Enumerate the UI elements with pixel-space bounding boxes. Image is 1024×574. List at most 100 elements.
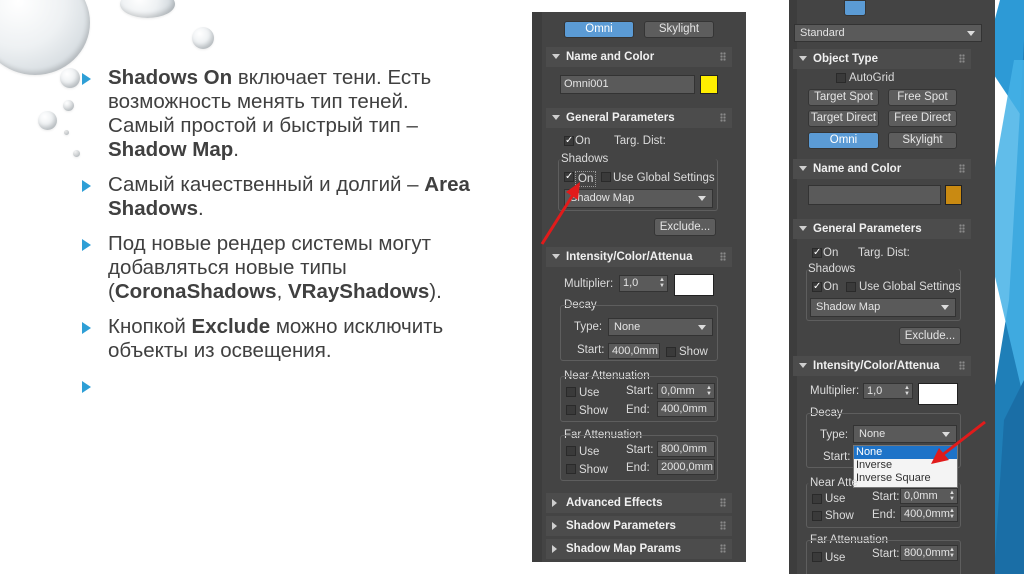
exclude-button[interactable]: Exclude... (654, 218, 716, 236)
red-pointer-arrow (931, 420, 986, 464)
water-drop-decoration (60, 68, 80, 88)
light-on-checkbox[interactable]: ✓ (564, 136, 574, 146)
light-on-label: On (575, 135, 591, 147)
free-spot-button[interactable]: Free Spot (888, 89, 957, 106)
color-swatch[interactable] (700, 75, 718, 94)
collapse-triangle-icon (799, 166, 807, 171)
targ-dist-label: Targ. Dist: (858, 247, 910, 259)
chevron-down-icon (698, 196, 706, 201)
far-end-label: End: (626, 462, 650, 474)
far-show-checkbox[interactable] (566, 464, 576, 474)
water-drop-decoration (192, 27, 214, 49)
collapse-triangle-icon (552, 254, 560, 259)
rollout-intensity-color[interactable]: Intensity/Color/Attenua (793, 356, 971, 376)
target-spot-button[interactable]: Target Spot (808, 89, 879, 106)
near-end-spinner[interactable]: 400,0mm (657, 401, 715, 417)
exclude-button[interactable]: Exclude... (899, 327, 961, 345)
near-show-checkbox[interactable] (566, 405, 576, 415)
chevron-down-icon (967, 31, 975, 36)
decay-start-label: Start: (823, 451, 851, 463)
object-name-field[interactable]: Omni001 (560, 75, 695, 94)
bullet-item: Под новые рендер системы могут добавлять… (80, 232, 480, 304)
omni-button[interactable]: Omni (808, 132, 879, 149)
near-end-spinner[interactable]: 400,0mm ▲ ▼ (900, 506, 958, 522)
drag-handle-icon (720, 521, 726, 530)
decay-type-dropdown[interactable]: None (608, 318, 713, 336)
far-start-spinner[interactable]: 800,0mm ▲ ▼ (900, 545, 958, 561)
water-drop-decoration (0, 0, 90, 75)
target-direct-button[interactable]: Target Direct (808, 110, 879, 127)
far-use-checkbox[interactable] (566, 446, 576, 456)
bullet-item: Shadows On включает тени. Есть возможнос… (80, 66, 480, 162)
bullet-bold: Exclude (191, 315, 271, 338)
spinner-arrows-icon: ▲ ▼ (659, 277, 665, 289)
red-pointer-arrow (540, 182, 580, 245)
skylight-button[interactable]: Skylight (644, 21, 714, 38)
light-on-label: On (823, 247, 839, 259)
chevron-down-icon (941, 305, 949, 310)
shadow-type-dropdown[interactable]: Shadow Map (810, 298, 956, 317)
autogrid-checkbox[interactable] (836, 73, 846, 83)
near-use-label: Use (825, 493, 846, 505)
decay-show-label: Show (679, 346, 708, 358)
water-drop-decoration (38, 111, 57, 130)
bullet-bold: Shadows On (108, 66, 233, 89)
drag-handle-icon (720, 498, 726, 507)
bullet-text: . (233, 138, 239, 161)
near-use-label: Use (579, 387, 600, 399)
color-swatch[interactable] (945, 185, 962, 205)
near-show-checkbox[interactable] (812, 511, 822, 521)
use-global-settings-label: Use Global Settings (613, 172, 715, 184)
use-global-settings-checkbox[interactable] (846, 282, 856, 292)
bullet-bold: Shadow Map (108, 138, 234, 161)
use-global-settings-checkbox[interactable] (601, 172, 611, 182)
multiplier-spinner[interactable]: 1,0 ▲ ▼ (619, 275, 668, 292)
rollout-advanced-effects[interactable]: Advanced Effects (546, 493, 732, 513)
decay-show-checkbox[interactable] (666, 347, 676, 357)
rollout-name-color[interactable]: Name and Color (546, 47, 732, 67)
near-use-checkbox[interactable] (812, 494, 822, 504)
rollout-shadow-map-params[interactable]: Shadow Map Params (546, 539, 732, 559)
decay-start-spinner[interactable]: 400,0mm (608, 343, 660, 359)
skylight-button[interactable]: Skylight (888, 132, 957, 149)
far-use-checkbox[interactable] (812, 552, 822, 562)
light-color-swatch[interactable] (918, 383, 958, 405)
near-show-label: Show (579, 405, 608, 417)
near-start-spinner[interactable]: 0,0mm ▲ ▼ (900, 488, 958, 504)
rollout-name-color[interactable]: Name and Color (793, 159, 971, 179)
bullet-text: , (276, 280, 288, 303)
category-dropdown[interactable]: Standard (794, 24, 982, 42)
far-end-spinner[interactable]: 2000,0mm (657, 459, 715, 475)
water-drop-decoration (73, 150, 80, 157)
water-drop-decoration (63, 100, 74, 111)
near-use-checkbox[interactable] (566, 387, 576, 397)
near-start-spinner[interactable]: 0,0mm ▲ ▼ (657, 383, 715, 399)
drag-handle-icon (720, 52, 726, 61)
bullet-text: ). (429, 280, 442, 303)
bullet-item: Самый качественный и долгий – Area Shado… (80, 173, 480, 221)
light-color-swatch[interactable] (674, 274, 714, 296)
far-start-label: Start: (626, 444, 654, 456)
light-on-checkbox[interactable]: ✓ (812, 248, 822, 258)
rollout-general-parameters[interactable]: General Parameters (546, 108, 732, 128)
free-direct-button[interactable]: Free Direct (888, 110, 957, 127)
multiplier-spinner[interactable]: 1,0 ▲ ▼ (863, 383, 913, 399)
far-start-spinner[interactable]: 800,0mm (657, 441, 715, 457)
object-name-field[interactable] (808, 185, 941, 205)
rollout-shadow-parameters[interactable]: Shadow Parameters (546, 516, 732, 536)
rollout-object-type[interactable]: Object Type (793, 49, 971, 69)
expand-triangle-icon (552, 499, 557, 507)
spinner-arrows-icon: ▲ ▼ (949, 490, 955, 502)
bullet-text: Самый качественный и долгий – (108, 173, 425, 196)
omni-button[interactable]: Omni (564, 21, 634, 38)
top-partial-button[interactable] (844, 0, 866, 16)
near-show-label: Show (825, 510, 854, 522)
spinner-arrows-icon: ▲ ▼ (949, 508, 955, 520)
expand-triangle-icon (552, 545, 557, 553)
spinner-arrows-icon: ▲ ▼ (904, 385, 910, 397)
near-start-label: Start: (626, 385, 654, 397)
collapse-triangle-icon (799, 56, 807, 61)
rollout-general-parameters[interactable]: General Parameters (793, 219, 971, 239)
spinner-arrows-icon: ▲ ▼ (949, 547, 955, 559)
shadows-on-checkbox[interactable]: ✓ (812, 282, 822, 292)
